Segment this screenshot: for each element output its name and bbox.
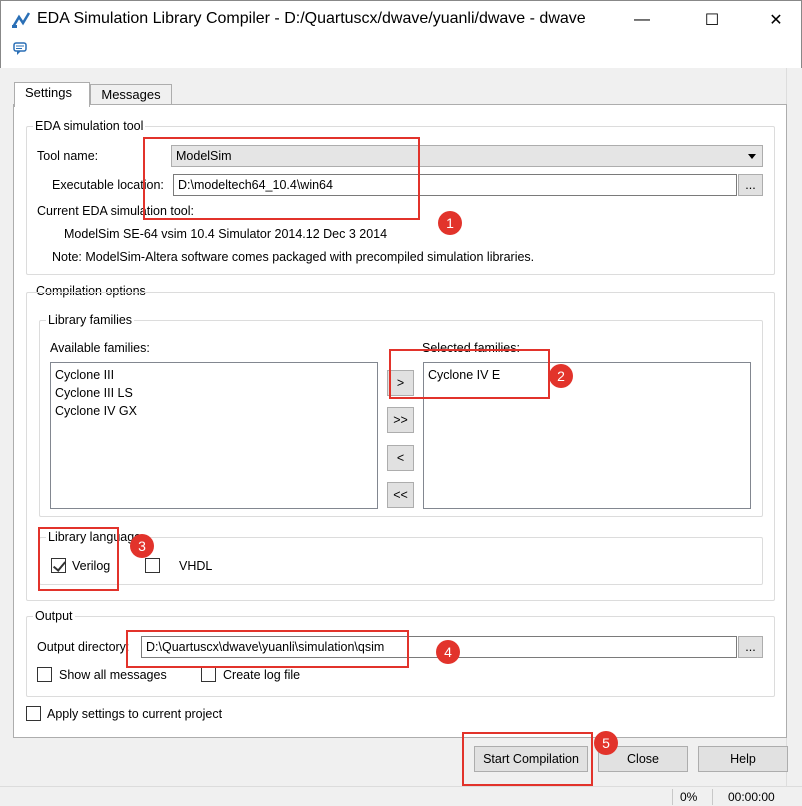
- status-divider: [712, 789, 713, 805]
- apply-settings-label: Apply settings to current project: [47, 707, 223, 721]
- annotation-badge-1: 1: [438, 211, 462, 235]
- tool-name-label: Tool name:: [37, 149, 99, 163]
- maximize-button[interactable]: ☐: [689, 1, 735, 39]
- list-item[interactable]: Cyclone IV GX: [55, 402, 373, 420]
- note-text: Note: ModelSim-Altera software comes pac…: [52, 250, 535, 264]
- message-icon[interactable]: [13, 42, 27, 56]
- executable-browse-button[interactable]: ...: [738, 174, 763, 196]
- library-families-title: Library families: [46, 313, 135, 327]
- apply-settings-checkbox[interactable]: [26, 706, 41, 721]
- show-all-messages-label: Show all messages: [59, 668, 167, 682]
- compilation-options-title: Compilation options: [34, 284, 148, 298]
- minimize-button[interactable]: —: [619, 1, 665, 39]
- add-all-families-button[interactable]: >>: [387, 407, 414, 433]
- annotation-badge-2: 2: [549, 364, 573, 388]
- annotation-box-2: [389, 349, 550, 399]
- vertical-scrollbar[interactable]: [786, 68, 800, 786]
- annotation-badge-5: 5: [594, 731, 618, 755]
- eda-tool-group-title: EDA simulation tool: [33, 119, 146, 133]
- tab-settings[interactable]: Settings: [14, 82, 90, 107]
- output-browse-button[interactable]: ...: [738, 636, 763, 658]
- create-log-file-checkbox[interactable]: [201, 667, 216, 682]
- status-bar: 0% 00:00:00: [0, 786, 802, 806]
- show-all-messages-checkbox[interactable]: [37, 667, 52, 682]
- status-divider: [672, 789, 673, 805]
- annotation-box-3: [38, 527, 119, 591]
- window-title: EDA Simulation Library Compiler - D:/Qua…: [37, 10, 586, 27]
- title-bar: EDA Simulation Library Compiler - D:/Qua…: [0, 0, 802, 38]
- available-families-label: Available families:: [50, 341, 150, 355]
- tab-messages[interactable]: Messages: [90, 84, 172, 106]
- quartus-app-icon: [11, 12, 31, 28]
- elapsed-time: 00:00:00: [728, 790, 775, 804]
- toolbar: [0, 38, 802, 68]
- remove-family-button[interactable]: <: [387, 445, 414, 471]
- vhdl-label: VHDL: [179, 559, 213, 573]
- annotation-badge-4: 4: [436, 640, 460, 664]
- current-tool-value: ModelSim SE-64 vsim 10.4 Simulator 2014.…: [64, 227, 388, 241]
- close-window-button[interactable]: ✕: [753, 1, 799, 39]
- list-item[interactable]: Cyclone III LS: [55, 384, 373, 402]
- create-log-file-label: Create log file: [223, 668, 301, 682]
- list-item[interactable]: Cyclone III: [55, 366, 373, 384]
- remove-all-families-button[interactable]: <<: [387, 482, 414, 508]
- annotation-badge-3: 3: [130, 534, 154, 558]
- chevron-down-icon: [748, 154, 756, 159]
- annotation-box-1: [143, 137, 420, 220]
- annotation-box-4: [126, 630, 409, 668]
- help-button[interactable]: Help: [698, 746, 788, 772]
- output-title: Output: [33, 609, 75, 623]
- progress-percent: 0%: [680, 790, 698, 804]
- annotation-box-5: [462, 732, 593, 786]
- available-families-list[interactable]: Cyclone III Cyclone III LS Cyclone IV GX: [50, 362, 378, 509]
- vhdl-checkbox[interactable]: [145, 558, 160, 573]
- output-directory-label: Output directory:: [37, 640, 130, 654]
